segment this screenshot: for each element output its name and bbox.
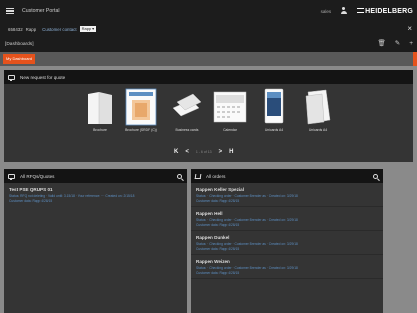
calendar-icon [212,86,248,126]
orders-panel: All orders Rappen Keller Spezial Status:… [191,169,383,313]
brand-logo: HEIDELBERG [357,8,413,15]
customer-bar: 658432 Rapp Customer contact Rapp ▾ × [0,22,417,36]
rfq-meta: Status: RFQ not deleting · Valid until: … [9,193,135,198]
menu-icon[interactable] [6,7,14,15]
order-meta: Status: · Checking order · Customer Bren… [196,241,298,246]
side-accent [413,52,417,66]
order-title: Rappen Keller Spezial [196,187,244,192]
order-meta: Customer data: Rapp 4/28/15 [196,247,240,251]
order-title: Rappen Dunkel [196,235,230,240]
product-brochure[interactable]: Brochure [82,86,118,132]
order-meta: Status: · Checking order · Customer Bren… [196,265,298,270]
add-icon[interactable]: + [409,40,413,48]
tab-bar: My Dashboard [0,52,417,66]
cart-icon [194,173,202,179]
product-pager: K < 1 - 6 of 13 > H [174,149,233,155]
order-title: Rappen Weizen [196,259,230,264]
product-business-cards[interactable]: Business cards [169,86,205,132]
prev-page-button[interactable]: < [185,149,189,155]
rfq-meta: Customer data: Rapp 4/28/15 [9,199,53,203]
search-icon[interactable] [373,173,378,179]
paper-icon [300,86,336,126]
search-icon[interactable] [177,173,182,179]
first-page-button[interactable]: K [174,149,178,155]
quote-panel-header: New request for quote [4,70,413,84]
customer-name: Rapp [25,26,37,32]
rfq-panel: All RFQs/Quotes Test PSE QRUPS 01 Status… [4,169,187,313]
product-unicards-a4-paper[interactable]: Unicards A4 [300,86,336,132]
rfq-panel-title: All RFQs/Quotes [20,173,55,179]
quote-panel-title: New request for quote [20,74,66,80]
user-name[interactable]: sales [321,9,332,14]
chat-icon [8,173,15,180]
list-item[interactable]: Test PSE QRUPS 01 Status: RFQ not deleti… [4,183,187,207]
list-item[interactable]: Rappen Hell Status: · Checking order · C… [191,207,383,231]
next-page-button[interactable]: > [219,149,223,155]
product-brochure-srdf[interactable]: Brochure (SRDF (C)) [123,86,159,132]
chat-icon [8,74,15,81]
rfq-panel-header: All RFQs/Quotes [4,169,187,183]
order-meta: Customer data: Rapp 4/28/15 [196,199,240,203]
quote-panel: New request for quote Brochure Brochure … [4,70,413,162]
close-icon[interactable]: × [407,25,412,33]
tab-my-dashboard[interactable]: My Dashboard [3,54,36,64]
chevron-down-icon: ▾ [92,26,95,32]
product-calendar[interactable]: Calendar [212,86,248,132]
product-list: Brochure Brochure (SRDF (C)) Business ca… [4,86,413,138]
customer-contact-label: Customer contact [42,26,77,32]
context-label[interactable]: [Dashboards] [5,42,34,47]
order-meta: Customer data: Rapp 4/28/15 [196,271,240,275]
order-meta: Status: · Checking order · Customer Bren… [196,217,298,222]
edit-icon[interactable]: ✎ [395,40,400,48]
orders-panel-title: All orders [206,173,226,179]
list-item[interactable]: Rappen Dunkel Status: · Checking order ·… [191,231,383,255]
last-page-button[interactable]: H [229,149,233,155]
top-bar: Customer Portal sales HEIDELBERG [0,0,417,22]
customer-id: 658432 [8,26,23,32]
page-indicator: 1 - 6 of 13 [195,150,212,154]
context-bar: [Dashboards] 🗑 ✎ + [0,36,417,52]
order-title: Rappen Hell [196,211,223,216]
flyer-icon [123,86,159,126]
brochure-icon [82,86,118,126]
app-title: Customer Portal [22,8,60,14]
order-meta: Status: · Checking order · Customer Bren… [196,193,298,198]
mobile-card-icon [256,86,292,126]
order-meta: Customer data: Rapp 4/28/15 [196,223,240,227]
business-cards-icon [169,86,205,126]
orders-panel-header: All orders [191,169,383,183]
trash-icon[interactable]: 🗑 [377,40,385,48]
product-unicards-a4[interactable]: Unicards A4 [256,86,292,132]
list-item[interactable]: Rappen Keller Spezial Status: · Checking… [191,183,383,207]
list-item[interactable]: Rappen Weizen Status: · Checking order ·… [191,255,383,279]
customer-contact-select[interactable]: Rapp ▾ [79,26,97,32]
user-icon[interactable] [340,7,347,15]
rfq-title: Test PSE QRUPS 01 [9,187,53,192]
